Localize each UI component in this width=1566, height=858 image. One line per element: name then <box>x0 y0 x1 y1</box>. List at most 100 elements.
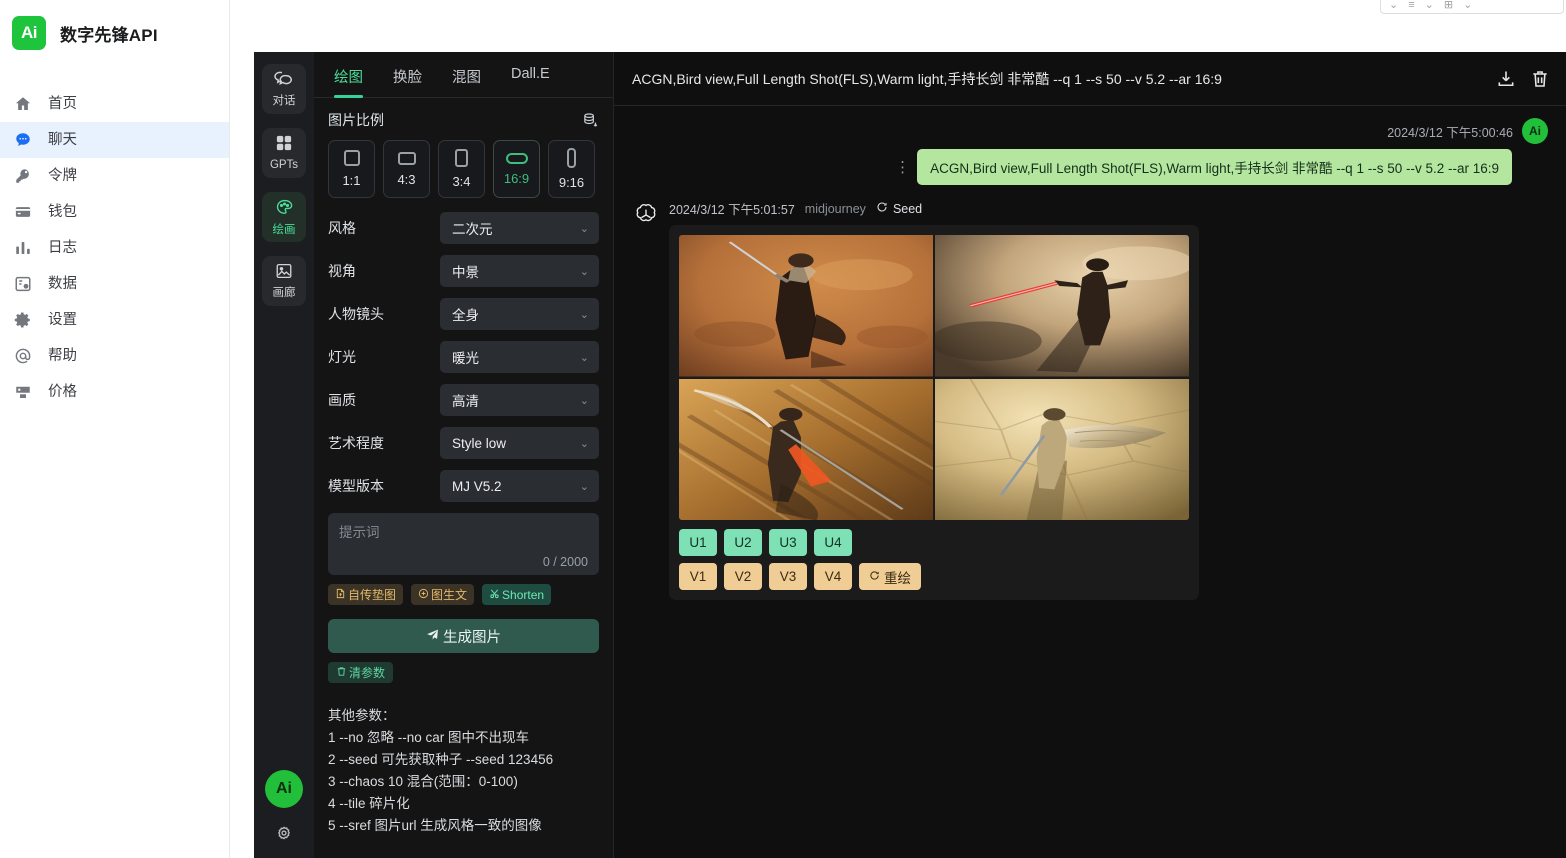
stylize-select[interactable]: Style low ⌄ <box>440 427 599 459</box>
database-download-icon[interactable] <box>582 112 599 129</box>
sidebar-item-help[interactable]: 帮助 <box>0 338 229 374</box>
ratio-label: 3:4 <box>452 174 471 189</box>
model-version-select[interactable]: MJ V5.2 ⌄ <box>440 470 599 502</box>
prompt-placeholder: 提示词 <box>339 525 380 540</box>
section-title: 图片比例 <box>328 112 384 128</box>
ratio-shape-icon <box>343 150 360 166</box>
brand: Ai 数字先锋API <box>0 0 229 56</box>
generate-image-button[interactable]: 生成图片 <box>328 619 599 653</box>
ratio-option-16-9[interactable]: 16:9 <box>493 140 540 198</box>
generated-image-1[interactable] <box>679 235 933 377</box>
rail-item-gpts[interactable]: GPTs <box>262 128 306 178</box>
generated-image-2[interactable] <box>935 235 1189 377</box>
rail-item-conversation[interactable]: 对话 <box>262 64 306 114</box>
ratio-shape-icon <box>505 152 528 164</box>
chevron-down-icon: ⌄ <box>579 437 589 450</box>
data-clock-icon <box>12 273 34 295</box>
user-message-row: ⋮ ACGN,Bird view,Full Length Shot(FLS),W… <box>895 149 1548 185</box>
main-sidebar: Ai 数字先锋API 首页 聊天 令牌 钱包 日志 数据 设置 帮助 价格 <box>0 0 230 858</box>
tab-draw[interactable]: 绘图 <box>334 66 363 98</box>
character-shot-select[interactable]: 全身 ⌄ <box>440 298 599 330</box>
sidebar-item-token[interactable]: 令牌 <box>0 158 229 194</box>
ratio-label: 4:3 <box>397 171 416 187</box>
field-label: 风格 <box>328 220 356 236</box>
ratio-option-9-16[interactable]: 9:16 <box>548 140 595 198</box>
variation-button-v1[interactable]: V1 <box>679 563 717 590</box>
trash-icon <box>336 666 347 680</box>
variation-button-v2[interactable]: V2 <box>724 563 762 590</box>
chip-label: 自传垫图 <box>348 588 397 602</box>
sidebar-nav-list: 首页 聊天 令牌 钱包 日志 数据 设置 帮助 价格 <box>0 86 229 410</box>
tab-faceswap[interactable]: 换脸 <box>393 66 422 97</box>
assistant-message-timestamp: 2024/3/12 下午5:01:57 <box>669 203 795 217</box>
at-sign-icon <box>12 345 34 367</box>
variation-button-v4[interactable]: V4 <box>814 563 852 590</box>
image-to-text-button[interactable]: 图生文 <box>411 584 475 605</box>
rail-item-drawing[interactable]: 绘画 <box>262 192 306 242</box>
upscale-button-u1[interactable]: U1 <box>679 529 717 556</box>
aspect-ratio-group: 1:1 4:3 3:4 16:9 9:16 <box>328 140 599 198</box>
gear-icon <box>12 309 34 331</box>
generate-button-label: 生成图片 <box>443 629 501 646</box>
chevron-down-icon: ⌄ <box>579 222 589 235</box>
upscale-button-u3[interactable]: U3 <box>769 529 807 556</box>
sidebar-item-label: 聊天 <box>48 131 77 148</box>
dark-workspace: 对话 GPTs 绘画 画廊 Ai 绘图 换脸 混图 Dall.E 图片比例 1:… <box>254 52 1566 858</box>
shorten-button[interactable]: Shorten <box>482 584 552 605</box>
refresh-icon <box>869 569 880 584</box>
upscale-button-u4[interactable]: U4 <box>814 529 852 556</box>
brand-logo: Ai <box>12 16 46 50</box>
ratio-option-1-1[interactable]: 1:1 <box>328 140 375 198</box>
extra-params-hints: 其他参数： 1 --no 忽略 --no car 图中不出现车 2 --seed… <box>328 705 599 837</box>
upscale-button-u2[interactable]: U2 <box>724 529 762 556</box>
perspective-select[interactable]: 中景 ⌄ <box>440 255 599 287</box>
clear-params-button[interactable]: 清参数 <box>328 662 394 683</box>
sidebar-item-home[interactable]: 首页 <box>0 86 229 122</box>
rail-item-label: 画廊 <box>272 287 296 300</box>
ratio-label: 16:9 <box>503 170 530 186</box>
price-tag-icon <box>12 381 34 403</box>
variation-button-v3[interactable]: V3 <box>769 563 807 590</box>
reroll-button[interactable]: 重绘 <box>859 563 921 590</box>
chip-label: Shorten <box>502 587 545 602</box>
sidebar-item-chat[interactable]: 聊天 <box>0 122 229 158</box>
ratio-option-3-4[interactable]: 3:4 <box>438 140 485 198</box>
upload-reference-image-button[interactable]: 自传垫图 <box>328 584 404 605</box>
generated-image-3[interactable] <box>679 378 933 520</box>
avatar[interactable]: Ai <box>265 770 303 808</box>
more-vertical-icon[interactable]: ⋮ <box>895 160 910 175</box>
gear-icon[interactable] <box>275 824 293 842</box>
generated-image-4[interactable] <box>935 378 1189 520</box>
image-icon <box>275 262 293 285</box>
field-label: 人物镜头 <box>328 306 384 322</box>
chart-bar-icon <box>12 237 34 259</box>
quality-select[interactable]: 高清 ⌄ <box>440 384 599 416</box>
conversation-header: ACGN,Bird view,Full Length Shot(FLS),War… <box>614 52 1566 106</box>
upload-image-icon <box>335 588 346 602</box>
chat-icon <box>12 129 34 151</box>
field-perspective: 视角 中景 ⌄ <box>328 255 599 287</box>
chevron-down-icon: ⌄ <box>579 351 589 364</box>
tab-dalle[interactable]: Dall.E <box>511 66 550 97</box>
rail-item-gallery[interactable]: 画廊 <box>262 256 306 306</box>
lighting-select[interactable]: 暖光 ⌄ <box>440 341 599 373</box>
tab-blend[interactable]: 混图 <box>452 66 481 97</box>
user-message-bubble: ACGN,Bird view,Full Length Shot(FLS),War… <box>917 149 1512 185</box>
sidebar-item-wallet[interactable]: 钱包 <box>0 194 229 230</box>
download-icon[interactable] <box>1496 69 1516 89</box>
sidebar-item-logs[interactable]: 日志 <box>0 230 229 266</box>
chevron-down-icon: ⌄ <box>579 394 589 407</box>
sidebar-item-settings[interactable]: 设置 <box>0 302 229 338</box>
sidebar-item-label: 令牌 <box>48 167 77 184</box>
seed-button[interactable]: Seed <box>876 201 922 216</box>
clipped-toolbar[interactable]: ⌄ ≡ ⌄ ⊞ ⌄ <box>1380 0 1564 14</box>
prompt-counter: 0 / 2000 <box>542 555 588 569</box>
ratio-option-4-3[interactable]: 4:3 <box>383 140 430 198</box>
field-label: 艺术程度 <box>328 435 384 451</box>
sidebar-item-data[interactable]: 数据 <box>0 266 229 302</box>
trash-icon[interactable] <box>1530 69 1550 89</box>
style-select[interactable]: 二次元 ⌄ <box>440 212 599 244</box>
prompt-input[interactable]: 提示词 0 / 2000 <box>328 513 599 575</box>
sidebar-item-price[interactable]: 价格 <box>0 374 229 410</box>
scissors-icon <box>489 588 500 602</box>
